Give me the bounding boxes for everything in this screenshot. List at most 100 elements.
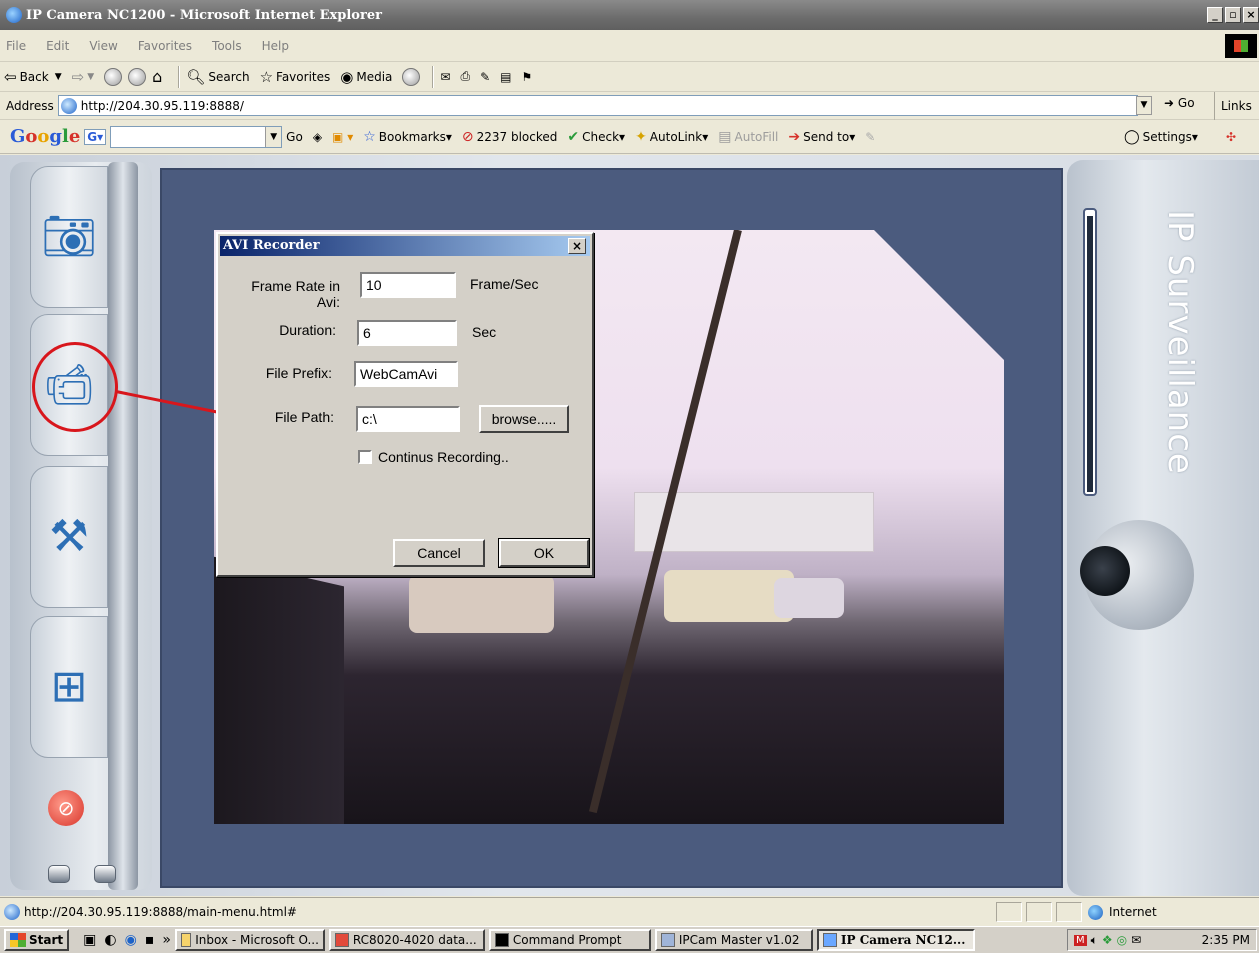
grid-icon: ⊞ bbox=[50, 661, 88, 712]
favorites-label: Favorites bbox=[276, 69, 331, 84]
minimize-button[interactable]: _ bbox=[1207, 7, 1223, 23]
sync-icon[interactable]: ◎ bbox=[1117, 933, 1127, 947]
google-search-input[interactable]: ▼ bbox=[110, 125, 283, 148]
back-button[interactable]: ⇦ Back ▼ bbox=[4, 68, 62, 86]
address-dropdown-icon[interactable]: ▼ bbox=[1136, 96, 1152, 115]
avi-recorder-dialog: AVI Recorder × Frame Rate in Avi: 10 Fra… bbox=[216, 232, 594, 577]
address-input[interactable]: http://204.30.95.119:8888/ bbox=[57, 95, 1138, 116]
dialog-title: AVI Recorder bbox=[223, 238, 320, 253]
taskbar: Start ▣ ◐ ◉ ▪ » Inbox - Microsoft O... R… bbox=[0, 926, 1259, 953]
links-button[interactable]: Links bbox=[1214, 92, 1252, 120]
cancel-button[interactable]: Cancel bbox=[393, 539, 485, 567]
home-icon[interactable]: ⌂ bbox=[152, 67, 162, 86]
mini-button-right[interactable] bbox=[94, 865, 116, 883]
mail-icon[interactable]: ✉ bbox=[440, 70, 450, 84]
blocked-count: 2237 blocked bbox=[476, 129, 558, 144]
logout-icon[interactable]: ⊘ bbox=[48, 790, 84, 826]
cmd-quicklaunch-icon[interactable]: ▪ bbox=[145, 932, 155, 948]
volume-icon[interactable]: 🔈︎ bbox=[1091, 933, 1098, 948]
autolink-button[interactable]: ✦ AutoLink ▾ bbox=[635, 129, 708, 145]
address-bar: Address http://204.30.95.119:8888/ ▼ ➜ G… bbox=[0, 92, 1259, 120]
task-button-inbox[interactable]: Inbox - Microsoft O... bbox=[174, 929, 325, 951]
task-label: IPCam Master v1.02 bbox=[678, 933, 800, 947]
send-to-button[interactable]: ➔ Send to ▾ bbox=[788, 129, 855, 145]
more-quicklaunch-button[interactable]: » bbox=[162, 932, 171, 948]
ie-quicklaunch-icon[interactable]: ◉ bbox=[125, 932, 137, 948]
clock: 2:35 PM bbox=[1201, 933, 1250, 947]
print-icon[interactable]: ⎙ bbox=[460, 69, 470, 84]
bookmarks-button[interactable]: ☆ Bookmarks ▾ bbox=[363, 129, 452, 145]
security-zone: Internet bbox=[1088, 902, 1157, 922]
google-menu-icon[interactable]: G▾ bbox=[84, 128, 107, 145]
frame-rate-unit: Frame/Sec bbox=[470, 276, 539, 292]
go-button[interactable]: ➜ Go bbox=[1164, 96, 1195, 110]
google-go-button[interactable]: Go bbox=[286, 130, 303, 144]
translate-icon[interactable]: ✣ bbox=[1226, 130, 1236, 144]
menu-favorites[interactable]: Favorites bbox=[138, 39, 192, 53]
video-corner bbox=[874, 230, 1004, 360]
forward-button[interactable]: ⇨ ▼ bbox=[72, 68, 95, 86]
spell-check-button[interactable]: ✔ Check ▾ bbox=[567, 129, 625, 145]
task-button-command-prompt[interactable]: Command Prompt bbox=[488, 929, 651, 951]
page-icon bbox=[60, 97, 77, 114]
autofill-button[interactable]: ▤ AutoFill bbox=[718, 129, 778, 145]
sidebar-item-multiview[interactable]: ⊞ bbox=[30, 616, 108, 758]
search-site-icon[interactable]: ◈ bbox=[313, 130, 322, 144]
settings-button[interactable]: ◯ Settings ▾ bbox=[1124, 129, 1198, 145]
search-label: Search bbox=[208, 69, 250, 84]
start-button[interactable]: Start bbox=[4, 929, 70, 951]
continuous-recording-checkbox[interactable] bbox=[358, 450, 372, 464]
favorites-button[interactable]: ☆ Favorites bbox=[260, 68, 331, 86]
news-icon[interactable]: ▣ ▾ bbox=[332, 130, 353, 144]
bookmarks-label: Bookmarks bbox=[378, 129, 446, 144]
dialog-close-button[interactable]: × bbox=[568, 238, 586, 254]
google-search-dropdown-icon[interactable]: ▼ bbox=[265, 126, 282, 147]
show-desktop-icon[interactable]: ▣ bbox=[83, 932, 96, 948]
task-button-ip-camera[interactable]: IP Camera NC12... bbox=[816, 929, 975, 951]
file-prefix-input[interactable]: WebCamAvi bbox=[354, 361, 458, 387]
search-button[interactable]: 🔍︎ Search bbox=[186, 68, 249, 86]
mini-button-left[interactable] bbox=[48, 865, 70, 883]
mail-tray-icon[interactable]: ✉ bbox=[1131, 933, 1141, 947]
frame-rate-label: Frame Rate in Avi: bbox=[251, 278, 340, 310]
file-path-input[interactable]: c:\ bbox=[356, 406, 460, 432]
messenger-icon[interactable]: ⚑ bbox=[521, 70, 532, 84]
frame-rate-input[interactable]: 10 bbox=[360, 272, 456, 298]
back-dropdown-icon[interactable]: ▼ bbox=[55, 72, 62, 82]
restore-button[interactable]: ▫ bbox=[1225, 7, 1241, 23]
google-logo[interactable]: Google bbox=[10, 126, 80, 147]
task-button-pdf[interactable]: RC8020-4020 data... bbox=[328, 929, 485, 951]
duration-input[interactable]: 6 bbox=[357, 320, 457, 346]
discuss-icon[interactable]: ▤ bbox=[500, 70, 511, 84]
task-label: IP Camera NC12... bbox=[840, 933, 966, 947]
sidebar-item-snapshot[interactable]: 📷︎ bbox=[30, 166, 108, 308]
stop-icon[interactable] bbox=[104, 67, 123, 86]
menu-view[interactable]: View bbox=[89, 39, 117, 53]
menu-tools[interactable]: Tools bbox=[212, 39, 242, 53]
history-icon[interactable] bbox=[402, 67, 421, 86]
go-label: Go bbox=[1177, 96, 1195, 110]
highlight-icon[interactable]: ✎ bbox=[865, 130, 875, 144]
media-button[interactable]: ◉ Media bbox=[340, 68, 392, 86]
autofill-icon: ▤ bbox=[718, 128, 732, 145]
browse-button[interactable]: browse..... bbox=[479, 405, 569, 433]
ok-button[interactable]: OK bbox=[499, 539, 589, 567]
quicklaunch-icon[interactable]: ◐ bbox=[104, 932, 116, 948]
popup-blocker-button[interactable]: ⊘ 2237 blocked bbox=[462, 129, 558, 145]
ie-icon bbox=[822, 933, 837, 947]
internet-globe-icon bbox=[1088, 904, 1103, 920]
forward-dropdown-icon[interactable]: ▼ bbox=[87, 72, 94, 82]
antivirus-icon[interactable]: M bbox=[1074, 934, 1087, 946]
task-button-ipcam-master[interactable]: IPCam Master v1.02 bbox=[654, 929, 813, 951]
menu-help[interactable]: Help bbox=[262, 39, 289, 53]
network-icon[interactable]: ❖ bbox=[1102, 933, 1113, 947]
close-button[interactable]: × bbox=[1243, 7, 1259, 23]
menu-bar: File Edit View Favorites Tools Help bbox=[0, 30, 1259, 62]
sidebar-item-settings[interactable]: ⚒ bbox=[30, 466, 108, 608]
menu-edit[interactable]: Edit bbox=[46, 39, 69, 53]
menu-file[interactable]: File bbox=[6, 39, 26, 53]
spell-check-icon: ✔ bbox=[567, 128, 580, 145]
edit-icon[interactable]: ✎ bbox=[480, 70, 490, 84]
refresh-icon[interactable] bbox=[128, 67, 147, 86]
media-label: Media bbox=[356, 69, 393, 84]
